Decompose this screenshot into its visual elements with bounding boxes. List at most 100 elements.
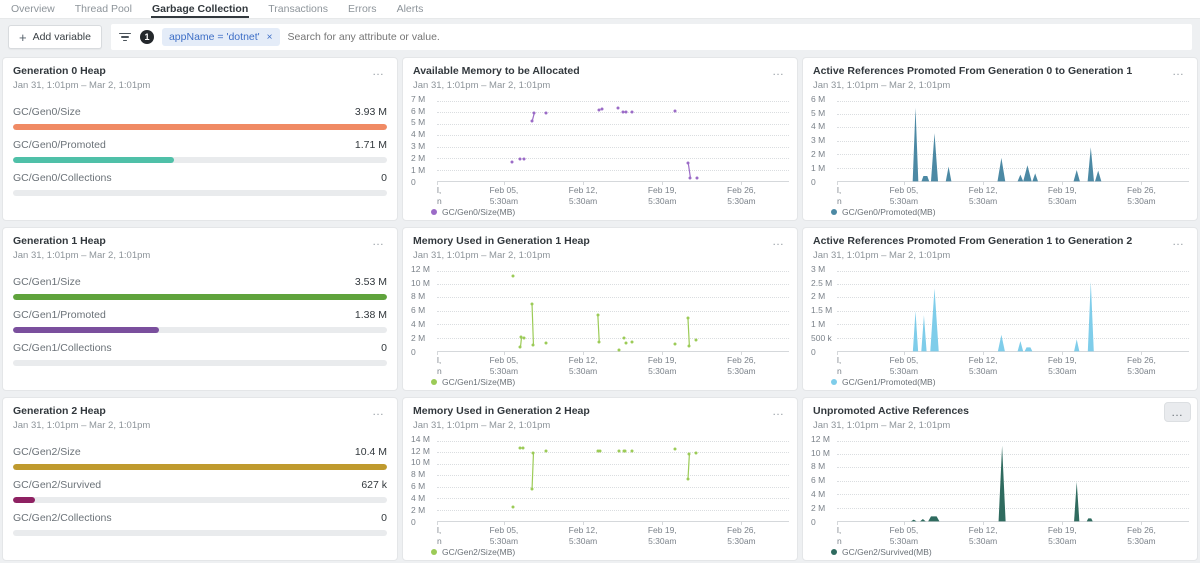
tab-garbage-collection[interactable]: Garbage Collection — [151, 0, 249, 18]
metric-label: GC/Gen1/Promoted — [13, 309, 106, 321]
panel-menu-button[interactable]: … — [766, 232, 791, 250]
x-axis: l, nFeb 05, 5:30amFeb 12, 5:30amFeb 19, … — [437, 352, 789, 374]
data-point — [624, 341, 627, 344]
tab-thread-pool[interactable]: Thread Pool — [74, 0, 133, 18]
data-point — [618, 449, 621, 452]
x-tick-label: Feb 26, 5:30am — [1127, 525, 1156, 546]
data-point — [688, 344, 691, 347]
x-tick-label: Feb 26, 5:30am — [1127, 185, 1156, 206]
area-spike — [1025, 347, 1033, 351]
y-tick-label: 2.5 M — [811, 278, 832, 288]
panel-menu-button[interactable]: … — [1164, 402, 1191, 422]
attribute-search-bar[interactable]: 1 appName = 'dotnet' × — [111, 24, 1192, 50]
data-point — [598, 449, 601, 452]
filter-icon — [119, 33, 132, 42]
search-input[interactable] — [288, 31, 1184, 43]
top-tab-bar: Overview Thread Pool Garbage Collection Tra… — [0, 0, 1200, 19]
legend-dot-icon — [831, 209, 837, 215]
x-axis: l, nFeb 05, 5:30amFeb 12, 5:30amFeb 19, … — [437, 522, 789, 544]
y-tick-label: 5 M — [411, 117, 425, 127]
metric-bar-track — [13, 124, 387, 130]
y-tick-label: 3 M — [811, 135, 825, 145]
panel-menu-button[interactable]: … — [366, 402, 391, 420]
area-spike — [998, 334, 1005, 351]
x-tick-label: Feb 19, 5:30am — [648, 525, 677, 546]
data-point — [519, 346, 522, 349]
metric-item: GC/Gen1/Collections0 — [13, 342, 387, 366]
panel-menu-button[interactable]: … — [1166, 62, 1191, 80]
y-tick-label: 2 M — [411, 333, 425, 343]
y-tick-label: 8 M — [411, 291, 425, 301]
x-axis: l, nFeb 05, 5:30amFeb 12, 5:30amFeb 19, … — [837, 182, 1189, 204]
panel-menu-button[interactable]: … — [766, 62, 791, 80]
data-point — [631, 111, 634, 114]
data-point — [688, 452, 691, 455]
panel-time-range: Jan 31, 1:01pm – Mar 2, 1:01pm — [813, 250, 1187, 261]
area-spike — [1018, 174, 1024, 181]
x-axis: l, nFeb 05, 5:30amFeb 12, 5:30amFeb 19, … — [437, 182, 789, 204]
data-point — [522, 336, 525, 339]
data-point — [596, 314, 599, 317]
y-tick-label: 14 M — [411, 434, 430, 444]
metric-value: 627 k — [361, 479, 387, 491]
panel-generation-2-heap: Generation 2 Heap Jan 31, 1:01pm – Mar 2… — [2, 397, 398, 561]
x-tick-label: Feb 26, 5:30am — [727, 185, 756, 206]
panel-unpromoted-references: Unpromoted Active References Jan 31, 1:0… — [802, 397, 1198, 561]
metric-bar-track — [13, 497, 387, 503]
legend-label: GC/Gen0/Promoted(MB) — [842, 207, 936, 217]
legend-label: GC/Gen1/Promoted(MB) — [842, 377, 936, 387]
area-spike — [1074, 481, 1079, 521]
x-tick-label: Feb 12, 5:30am — [569, 525, 598, 546]
y-tick-label: 3 M — [411, 141, 425, 151]
data-point — [545, 449, 548, 452]
tab-errors[interactable]: Errors — [347, 0, 378, 18]
data-point — [616, 107, 619, 110]
filter-tag[interactable]: appName = 'dotnet' × — [162, 28, 280, 46]
data-point — [630, 449, 633, 452]
panel-menu-button[interactable]: … — [366, 62, 391, 80]
y-tick-label: 6 M — [411, 305, 425, 315]
panel-title: Unpromoted Active References — [813, 405, 1187, 419]
legend-dot-icon — [431, 379, 437, 385]
panel-header: Generation 2 Heap Jan 31, 1:01pm – Mar 2… — [3, 398, 397, 431]
metric-bar-track — [13, 360, 387, 366]
x-tick-label: Feb 19, 5:30am — [1048, 525, 1077, 546]
y-tick-label: 4 M — [811, 489, 825, 499]
add-variable-button[interactable]: + Add variable — [8, 25, 102, 49]
panel-title: Memory Used in Generation 1 Heap — [413, 235, 787, 249]
metric-bar-fill — [13, 327, 159, 333]
data-point — [625, 110, 628, 113]
x-tick-label: Feb 26, 5:30am — [727, 525, 756, 546]
x-tick-label: l, n — [837, 525, 842, 546]
data-point — [624, 449, 627, 452]
data-point — [673, 342, 676, 345]
area-spike — [913, 107, 919, 181]
metric-item: GC/Gen0/Collections0 — [13, 172, 387, 196]
panel-menu-button[interactable]: … — [1166, 232, 1191, 250]
metric-label: GC/Gen1/Collections — [13, 342, 112, 354]
panel-menu-button[interactable]: … — [766, 402, 791, 420]
metric-row: GC/Gen1/Collections0 — [13, 342, 387, 354]
chart-legend: GC/Gen2/Size(MB) — [411, 544, 791, 560]
x-tick-label: Feb 26, 5:30am — [1127, 355, 1156, 376]
tab-overview[interactable]: Overview — [10, 0, 56, 18]
chart-area: 12 M10 M8 M6 M4 M2 M0l, nFeb 05, 5:30amF… — [803, 431, 1197, 560]
legend-dot-icon — [431, 209, 437, 215]
panel-gen2-memory-used: Memory Used in Generation 2 Heap Jan 31,… — [402, 397, 798, 561]
remove-filter-icon[interactable]: × — [267, 32, 273, 43]
panel-available-memory: Available Memory to be Allocated Jan 31,… — [402, 57, 798, 221]
y-tick-label: 2 M — [411, 505, 425, 515]
tab-transactions[interactable]: Transactions — [267, 0, 329, 18]
metric-row: GC/Gen2/Survived627 k — [13, 479, 387, 491]
data-point — [532, 452, 535, 455]
tab-alerts[interactable]: Alerts — [396, 0, 425, 18]
y-tick-label: 6 M — [811, 94, 825, 104]
metric-value: 3.93 M — [355, 106, 387, 118]
metric-bar-track — [13, 294, 387, 300]
panel-menu-button[interactable]: … — [366, 232, 391, 250]
panel-title: Generation 0 Heap — [13, 65, 387, 79]
data-point — [545, 341, 548, 344]
x-axis: l, nFeb 05, 5:30amFeb 12, 5:30amFeb 19, … — [837, 522, 1189, 544]
y-tick-label: 12 M — [411, 264, 430, 274]
panel-time-range: Jan 31, 1:01pm – Mar 2, 1:01pm — [813, 80, 1187, 91]
